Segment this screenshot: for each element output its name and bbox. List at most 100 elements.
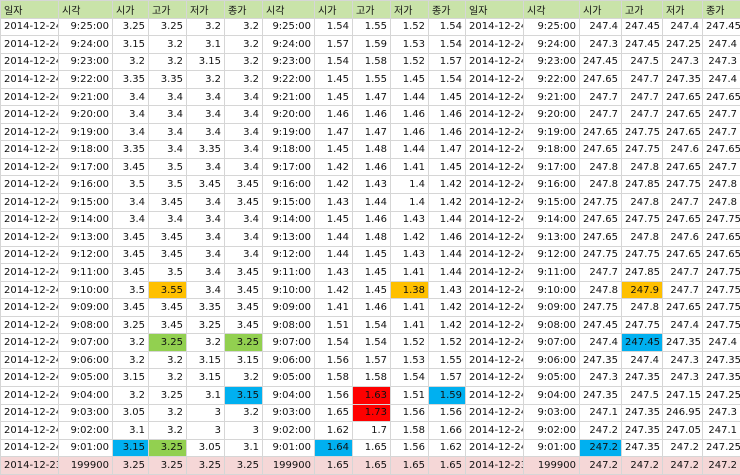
table-cell[interactable]: 3.45 [225,281,263,299]
table-cell[interactable]: 9:20:00 [59,106,113,124]
table-cell[interactable]: 2014-12-24 [1,176,59,194]
table-cell[interactable]: 1.4 [391,176,429,194]
table-cell[interactable]: 9:22:00 [59,71,113,89]
table-cell[interactable]: 2014-12-24 [466,53,524,71]
table-cell[interactable]: 1.54 [429,36,466,54]
table-cell[interactable]: 2014-12-24 [466,18,524,36]
table-cell[interactable]: 3.4 [187,264,225,282]
table-cell[interactable]: 1.54 [429,71,466,89]
table-cell[interactable]: 3.35 [149,71,187,89]
table-cell[interactable]: 3.2 [113,334,149,352]
table-cell[interactable]: 3.2 [187,18,225,36]
table-cell[interactable]: 3.2 [149,369,187,387]
table-cell[interactable]: 1.59 [353,36,391,54]
table-cell[interactable]: 1.44 [353,194,391,212]
table-cell[interactable]: 1.55 [429,351,466,369]
table-cell[interactable]: 9:10:00 [263,281,315,299]
table-cell[interactable]: 247.3 [663,53,703,71]
table-cell[interactable]: 3.45 [225,194,263,212]
table-cell[interactable]: 247.8 [580,158,622,176]
table-cell[interactable]: 3.15 [225,351,263,369]
table-cell[interactable]: 247.45 [580,53,622,71]
column-header[interactable]: 시각 [59,1,113,19]
table-cell[interactable]: 247.1 [580,404,622,422]
column-header[interactable]: 저가 [663,1,703,19]
table-cell[interactable]: 1.52 [429,334,466,352]
table-cell[interactable]: 3.4 [225,211,263,229]
table-cell[interactable]: 9:22:00 [263,71,315,89]
table-cell[interactable]: 1.44 [429,264,466,282]
table-cell[interactable]: 3.2 [149,404,187,422]
table-cell[interactable]: 247.8 [622,158,663,176]
table-cell[interactable]: 3.4 [187,194,225,212]
table-cell[interactable]: 1.46 [353,211,391,229]
table-cell[interactable]: 9:18:00 [524,141,580,159]
table-cell[interactable]: 2014-12-24 [1,334,59,352]
table-cell[interactable]: 1.66 [429,422,466,440]
table-cell[interactable]: 247.45 [580,316,622,334]
table-cell[interactable]: 3.4 [225,106,263,124]
table-cell[interactable]: 1.54 [315,18,353,36]
table-cell[interactable]: 247.65 [663,158,703,176]
table-cell[interactable]: 9:01:00 [263,439,315,457]
table-cell[interactable]: 247.65 [663,106,703,124]
table-cell[interactable]: 247.7 [622,106,663,124]
column-header[interactable]: 시가 [113,1,149,19]
table-cell[interactable]: 247.7 [622,88,663,106]
table-cell[interactable]: 3.5 [149,176,187,194]
table-cell[interactable]: 247.75 [703,281,740,299]
table-cell[interactable]: 9:21:00 [524,88,580,106]
table-cell[interactable]: 3.55 [149,281,187,299]
table-cell[interactable]: 2014-12-24 [1,369,59,387]
table-cell[interactable]: 1.45 [315,211,353,229]
table-cell[interactable]: 247.4 [580,334,622,352]
table-cell[interactable]: 9:10:00 [59,281,113,299]
table-cell[interactable]: 1.55 [353,71,391,89]
table-cell[interactable]: 3.25 [149,18,187,36]
table-cell[interactable]: 1.46 [391,123,429,141]
table-cell[interactable]: 9:12:00 [59,246,113,264]
table-cell[interactable]: 1.46 [353,106,391,124]
table-cell[interactable]: 1.52 [391,53,429,71]
table-cell[interactable]: 9:13:00 [263,229,315,247]
table-cell[interactable]: 3.15 [187,369,225,387]
table-cell[interactable]: 3.45 [113,158,149,176]
table-cell[interactable]: 1.41 [391,264,429,282]
table-cell[interactable]: 9:20:00 [263,106,315,124]
table-cell[interactable]: 1.62 [315,422,353,440]
table-cell[interactable]: 2014-12-24 [466,176,524,194]
table-cell[interactable]: 9:08:00 [59,316,113,334]
table-cell[interactable]: 3.15 [113,439,149,457]
table-cell[interactable]: 2014-12-24 [1,351,59,369]
table-cell[interactable]: 1.63 [353,387,391,405]
column-header[interactable]: 고가 [622,1,663,19]
table-cell[interactable]: 2014-12-24 [1,281,59,299]
table-cell[interactable]: 247.65 [703,229,740,247]
table-cell[interactable]: 3.45 [225,316,263,334]
table-cell[interactable]: 2014-12-24 [1,422,59,440]
table-cell[interactable]: 3.4 [187,158,225,176]
table-cell[interactable]: 2014-12-24 [1,404,59,422]
table-cell[interactable]: 9:19:00 [524,123,580,141]
table-cell[interactable]: 247.35 [703,369,740,387]
table-cell[interactable]: 247.6 [663,141,703,159]
column-header[interactable]: 일자 [466,1,524,19]
table-cell[interactable]: 3.4 [149,123,187,141]
table-cell[interactable]: 9:07:00 [524,334,580,352]
table-cell[interactable]: 247.7 [580,106,622,124]
table-cell[interactable]: 1.42 [429,194,466,212]
table-cell[interactable]: 247.4 [580,18,622,36]
table-cell[interactable]: 247.35 [580,351,622,369]
table-cell[interactable]: 2014-12-24 [466,422,524,440]
column-header[interactable]: 저가 [187,1,225,19]
table-cell[interactable]: 2014-12-24 [1,141,59,159]
column-header[interactable]: 종가 [225,1,263,19]
table-cell[interactable]: 2014-12-24 [466,123,524,141]
table-cell[interactable]: 9:20:00 [524,106,580,124]
table-cell[interactable]: 247.3 [663,369,703,387]
table-cell[interactable]: 3.35 [187,299,225,317]
table-cell[interactable]: 2014-12-24 [1,387,59,405]
table-cell[interactable]: 247.3 [663,351,703,369]
table-cell[interactable]: 1.41 [391,299,429,317]
table-cell[interactable]: 247.85 [622,176,663,194]
